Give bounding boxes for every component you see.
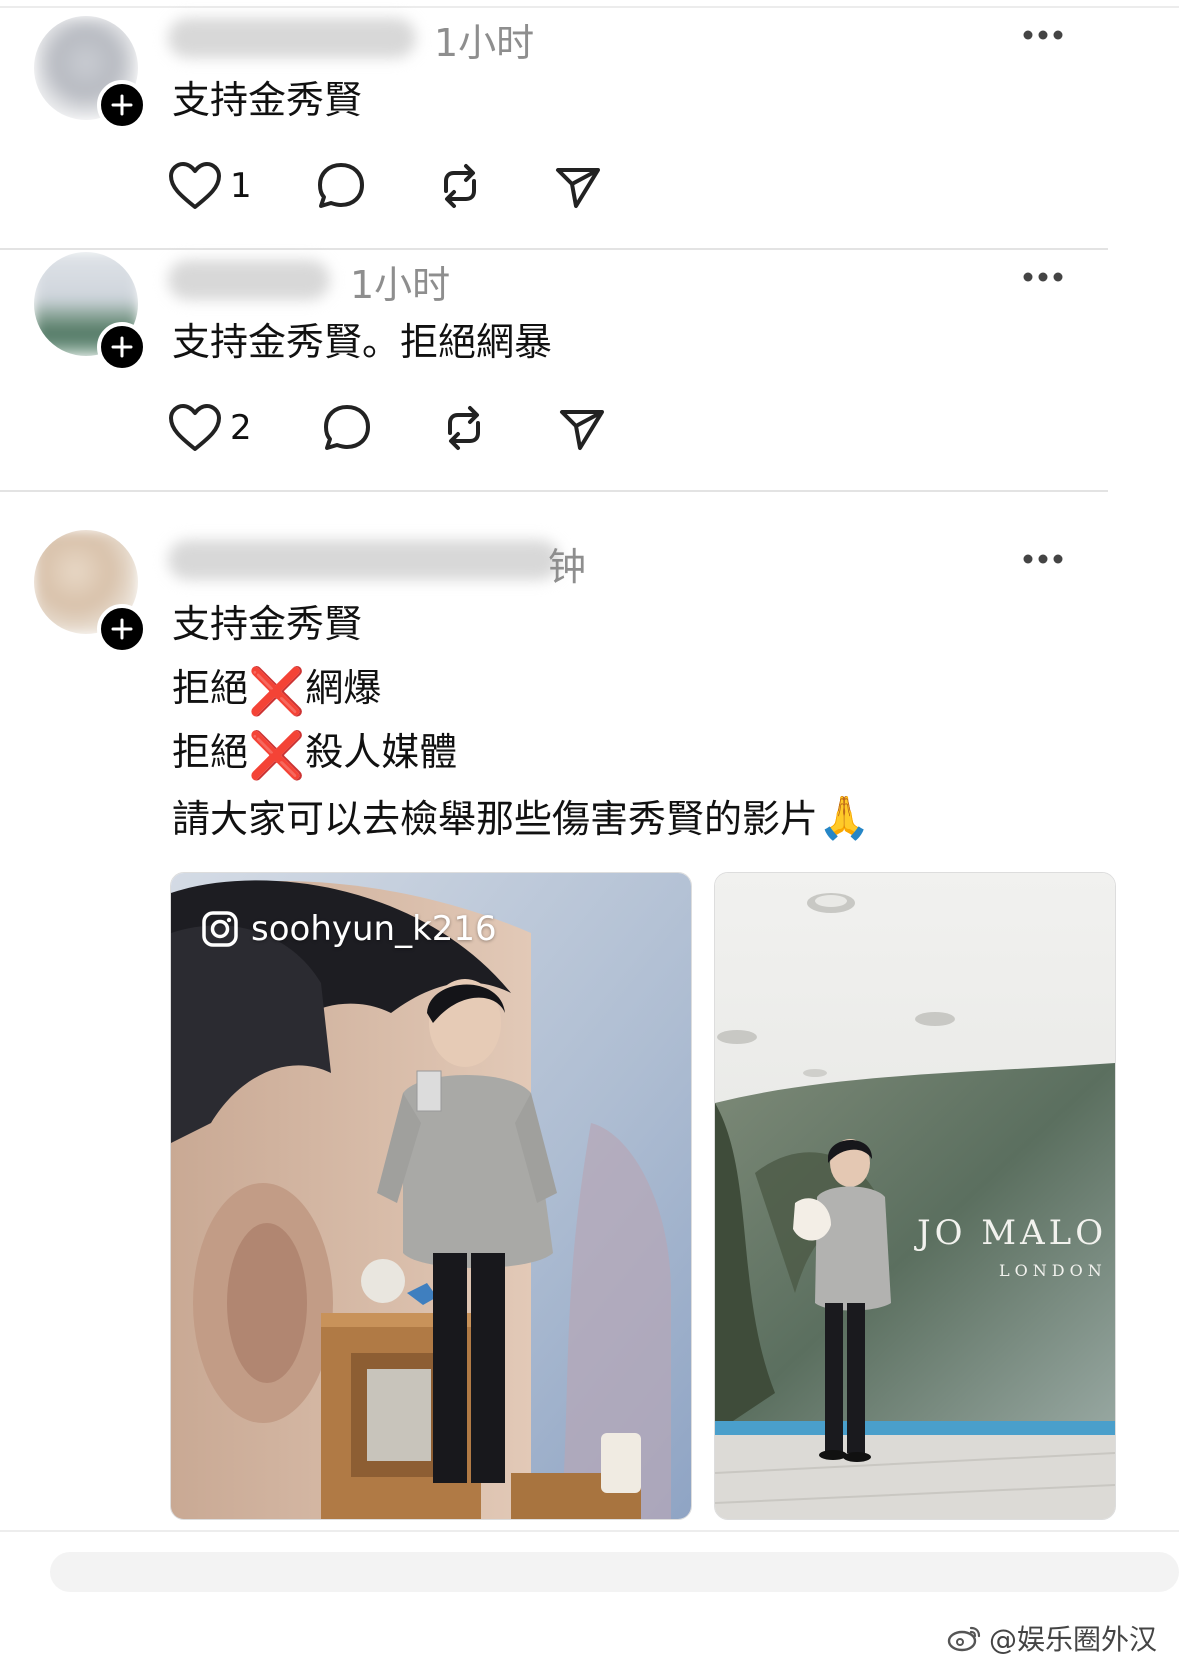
post-text: 支持金秀賢	[172, 78, 363, 122]
heart-icon	[169, 404, 221, 451]
post-divider	[0, 248, 1108, 250]
heart-icon	[169, 162, 221, 209]
username-blurred[interactable]	[168, 260, 330, 300]
repost-button[interactable]	[436, 156, 484, 216]
like-count: 2	[230, 408, 252, 448]
comment-button[interactable]	[316, 156, 366, 216]
instagram-handle: soohyun_k216	[251, 909, 497, 949]
more-icon[interactable]	[1022, 28, 1064, 42]
instagram-icon	[202, 911, 238, 947]
more-icon[interactable]	[1022, 552, 1064, 566]
post-time: 1小时	[350, 263, 451, 307]
post-time: 钟	[548, 545, 587, 589]
top-divider	[0, 6, 1179, 8]
cross-mark-icon: ❌	[248, 663, 306, 718]
repost-icon	[448, 406, 480, 450]
share-icon	[560, 410, 604, 450]
bottom-divider	[0, 1530, 1179, 1532]
repost-icon	[444, 164, 476, 208]
photo-art	[715, 873, 1115, 1519]
comment-icon	[324, 405, 370, 450]
like-button[interactable]: 1	[168, 156, 252, 216]
share-icon	[556, 168, 600, 208]
watermark: @娱乐圈外汉	[947, 1618, 1157, 1658]
follow-button[interactable]	[97, 80, 147, 130]
cross-mark-icon: ❌	[248, 727, 306, 782]
photo-art	[171, 873, 691, 1519]
plus-icon	[111, 336, 133, 358]
username-blurred[interactable]	[168, 18, 416, 58]
like-button[interactable]: 2	[168, 398, 252, 458]
text-segment: 網爆	[305, 666, 382, 710]
post-time: 1小时	[434, 21, 535, 65]
post-image[interactable]: soohyun_k216	[170, 872, 692, 1520]
text-segment: 殺人媒體	[305, 730, 458, 774]
text-segment: 請大家可以去檢舉那些傷害秀賢的影片	[172, 797, 819, 841]
follow-button[interactable]	[97, 322, 147, 372]
comment-icon	[318, 163, 364, 208]
like-count: 1	[230, 166, 252, 206]
comment-button[interactable]	[322, 398, 372, 458]
plus-icon	[111, 618, 133, 640]
post-text-line: 支持金秀賢	[172, 602, 363, 646]
username-blurred[interactable]	[168, 540, 560, 580]
share-button[interactable]	[554, 156, 602, 216]
text-segment: 拒絕	[172, 730, 249, 774]
watermark-text: @娱乐圈外汉	[988, 1623, 1157, 1656]
repost-button[interactable]	[440, 398, 488, 458]
post-text-line: 拒絕❌殺人媒體	[172, 720, 457, 784]
more-icon[interactable]	[1022, 270, 1064, 284]
follow-button[interactable]	[97, 604, 147, 654]
post-text-line: 拒絕❌網爆	[172, 656, 381, 720]
share-button[interactable]	[558, 398, 606, 458]
weibo-icon	[947, 1626, 981, 1652]
post-divider	[0, 490, 1108, 492]
instagram-tag: soohyun_k216	[201, 909, 497, 949]
post-text-line: 請大家可以去檢舉那些傷害秀賢的影片🙏	[172, 786, 870, 851]
post-image[interactable]: JO MALO LONDON	[714, 872, 1116, 1520]
post-text: 支持金秀賢。拒絕網暴	[172, 320, 553, 364]
praying-hands-icon: 🙏	[818, 793, 871, 842]
brand-subtitle: LONDON	[999, 1261, 1107, 1280]
plus-icon	[111, 94, 133, 116]
brand-sign: JO MALO	[917, 1213, 1108, 1253]
bottom-bar	[50, 1552, 1179, 1592]
text-segment: 拒絕	[172, 666, 249, 710]
